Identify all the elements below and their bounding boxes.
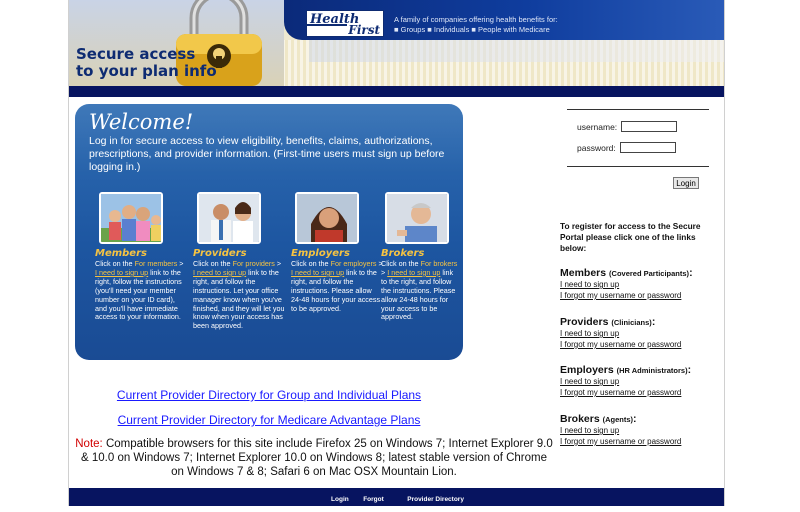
brokers-description: Click on the For brokers > I need to sig…	[381, 259, 458, 322]
header-title-line2: to your plan info	[76, 62, 217, 80]
welcome-title: Welcome!	[89, 110, 194, 134]
footer-bar: Login Forgot Provider Directory	[69, 488, 724, 506]
register-brokers: Brokers (Agents): I need to sign up I fo…	[560, 413, 720, 447]
members-description: Click on the For members > I need to sig…	[95, 259, 184, 322]
tagline-line2: ■ Groups ■ Individuals ■ People with Med…	[394, 25, 550, 34]
browser-compatibility-note: Note: Compatible browsers for this site …	[75, 437, 553, 479]
provider-directory-group-link[interactable]: Current Provider Directory for Group and…	[75, 388, 463, 402]
broker-photo-icon	[387, 194, 447, 242]
footer-provider-directory-link[interactable]: Provider Directory	[407, 491, 464, 506]
employers-signup-hint-link[interactable]: I need to sign up	[291, 268, 344, 277]
employers-description: Click on the For employers > I need to s…	[291, 259, 383, 313]
register-members-title: Members (Covered Participants):	[560, 267, 693, 279]
providers-title: Providers	[193, 248, 247, 259]
employers-signup-link[interactable]: I need to sign up	[560, 376, 720, 387]
welcome-intro: Log in for secure access to view eligibi…	[89, 135, 445, 173]
lock-banner: Secure access to your plan info	[69, 0, 284, 86]
password-row: password:	[577, 142, 676, 153]
providers-forgot-link[interactable]: I forgot my username or password	[560, 339, 720, 350]
providers-signup-hint-link[interactable]: I need to sign up	[193, 268, 246, 277]
family-photo-icon	[101, 194, 161, 242]
providers-photo	[197, 192, 261, 244]
tagline-line1: A family of companies offering health be…	[394, 15, 558, 24]
password-input[interactable]	[620, 142, 676, 153]
members-column: Members Click on the For members > I nee…	[95, 192, 187, 322]
members-forgot-link[interactable]: I forgot my username or password	[560, 290, 720, 301]
footer-login-link[interactable]: Login	[331, 491, 349, 506]
health-first-logo[interactable]: Health First	[306, 10, 384, 37]
page-container: Secure access to your plan info Health F…	[68, 0, 725, 506]
members-signup-hint-link[interactable]: I need to sign up	[95, 268, 148, 277]
employers-column: Employers Click on the For employers > I…	[291, 192, 383, 313]
note-text: Compatible browsers for this site includ…	[81, 438, 553, 478]
password-label: password:	[577, 143, 616, 153]
providers-description: Click on the For providers > I need to s…	[193, 259, 285, 331]
providers-column: Providers Click on the For providers > I…	[193, 192, 285, 331]
header-light-band	[309, 40, 724, 62]
brokers-photo	[385, 192, 449, 244]
welcome-panel: Welcome! Log in for secure access to vie…	[75, 104, 463, 360]
note-label: Note:	[75, 438, 103, 450]
header-tagline: A family of companies offering health be…	[394, 15, 714, 35]
employers-forgot-link[interactable]: I forgot my username or password	[560, 387, 720, 398]
register-providers-title: Providers (Clinicians):	[560, 316, 656, 328]
register-employers-title: Employers (HR Administrators):	[560, 364, 692, 376]
username-row: username:	[577, 121, 677, 132]
site-header: Secure access to your plan info Health F…	[69, 0, 724, 86]
login-form: username: password:	[567, 109, 709, 167]
provider-directory-medicare-link[interactable]: Current Provider Directory for Medicare …	[75, 413, 463, 427]
username-input[interactable]	[621, 121, 677, 132]
doctors-photo-icon	[199, 194, 259, 242]
header-title-line1: Secure access	[76, 45, 196, 63]
username-label: username:	[577, 122, 618, 132]
members-photo	[99, 192, 163, 244]
brokers-column: Brokers Click on the For brokers > I nee…	[381, 192, 459, 322]
logo-text-first: First	[348, 23, 380, 37]
employers-title: Employers	[291, 248, 350, 259]
brokers-forgot-link[interactable]: I forgot my username or password	[560, 436, 720, 447]
register-intro: To register for access to the Secure Por…	[560, 221, 701, 253]
register-providers: Providers (Clinicians): I need to sign u…	[560, 316, 720, 350]
providers-signup-link[interactable]: I need to sign up	[560, 328, 720, 339]
top-nav-bar	[69, 86, 724, 97]
header-title: Secure access to your plan info	[76, 46, 276, 80]
members-title: Members	[95, 248, 147, 259]
logo-bar	[307, 24, 347, 26]
brokers-signup-hint-link[interactable]: I need to sign up	[387, 268, 440, 277]
register-brokers-title: Brokers (Agents):	[560, 413, 637, 425]
employers-photo	[295, 192, 359, 244]
employer-photo-icon	[297, 194, 357, 242]
brokers-signup-link[interactable]: I need to sign up	[560, 425, 720, 436]
register-members: Members (Covered Participants): I need t…	[560, 267, 720, 301]
register-employers: Employers (HR Administrators): I need to…	[560, 364, 720, 398]
login-button[interactable]: Login	[673, 177, 699, 189]
brokers-title: Brokers	[381, 248, 425, 259]
footer-forgot-link[interactable]: Forgot	[363, 491, 384, 506]
members-signup-link[interactable]: I need to sign up	[560, 279, 720, 290]
